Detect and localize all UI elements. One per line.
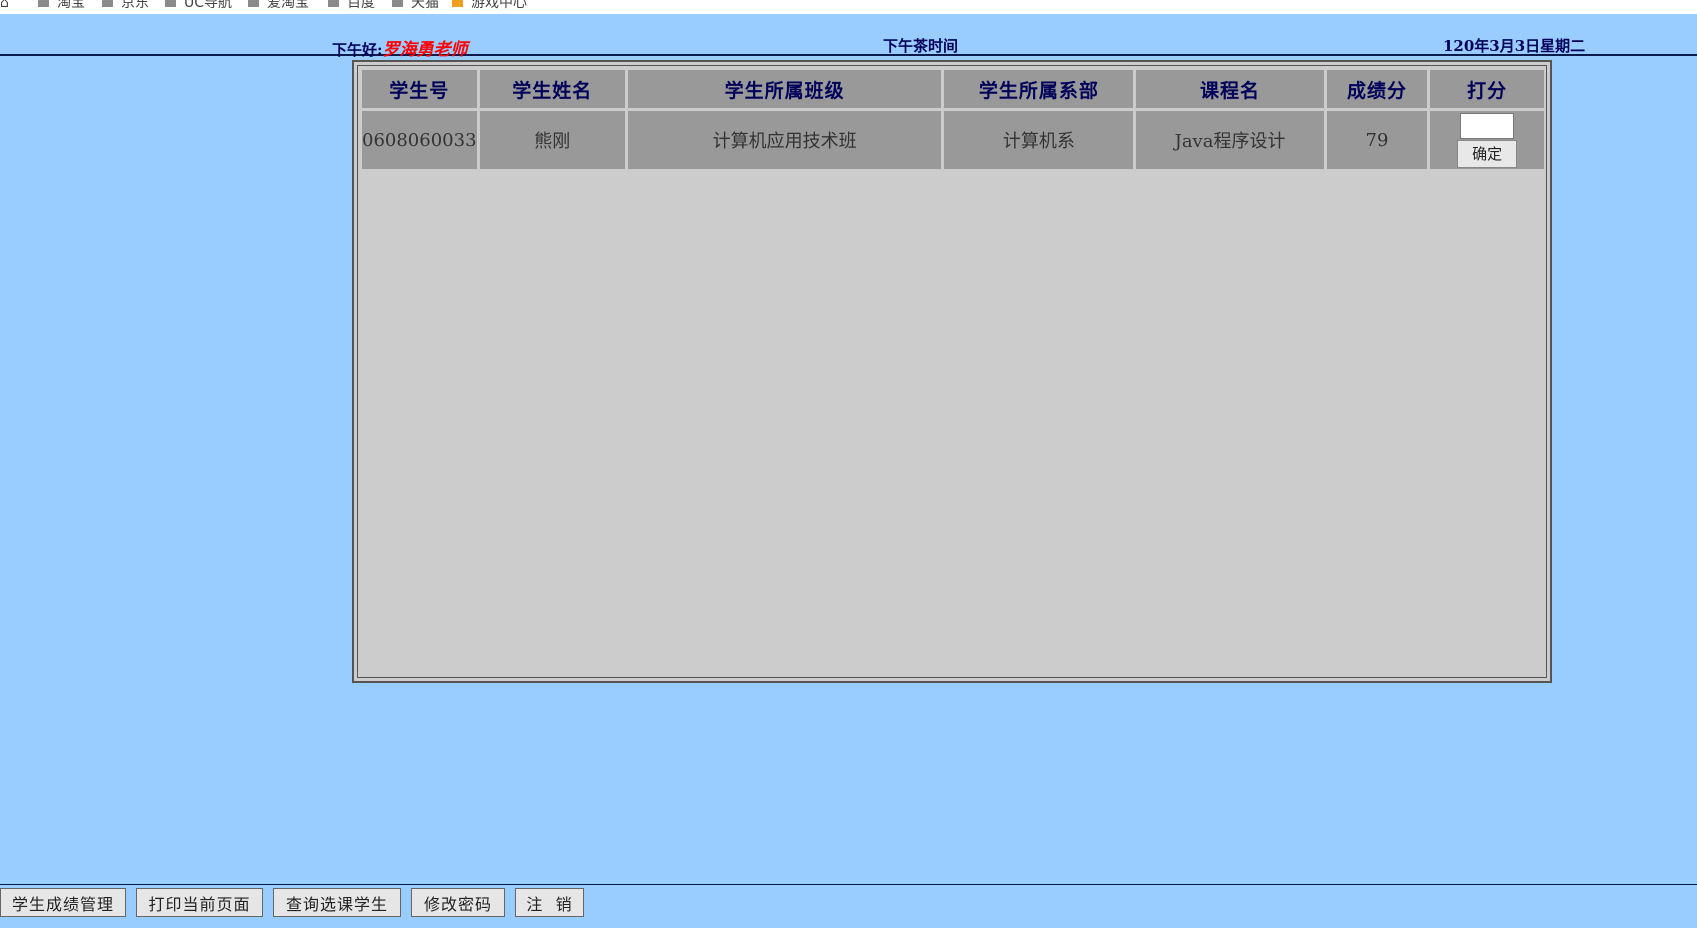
bookmark-tmall[interactable]: 天猫 bbox=[392, 0, 439, 12]
col-department: 学生所属系部 bbox=[944, 70, 1134, 108]
cell-department: 计算机系 bbox=[944, 111, 1134, 169]
bookmark-icon bbox=[328, 0, 339, 7]
grade-management-button[interactable]: 学生成绩管理 bbox=[0, 888, 126, 917]
bookmark-jd[interactable]: 京东 bbox=[102, 0, 149, 12]
bookmark-icon bbox=[248, 0, 259, 7]
game-center-icon bbox=[452, 0, 463, 7]
bookmark-baidu[interactable]: 百度 bbox=[328, 0, 375, 12]
grades-panel: 学生号 学生姓名 学生所属班级 学生所属系部 课程名 成绩分 打分 060806… bbox=[352, 60, 1552, 683]
grades-table: 学生号 学生姓名 学生所属班级 学生所属系部 课程名 成绩分 打分 060806… bbox=[359, 67, 1547, 172]
home-icon[interactable]: ⌂ bbox=[0, 0, 9, 12]
greeting: 下午好:罗海勇老师 bbox=[332, 40, 468, 60]
cell-course: Java程序设计 bbox=[1136, 111, 1324, 169]
cell-score: 79 bbox=[1326, 111, 1428, 169]
col-student-name: 学生姓名 bbox=[479, 70, 625, 108]
col-grade: 打分 bbox=[1430, 70, 1544, 108]
col-course: 课程名 bbox=[1136, 70, 1324, 108]
logout-button[interactable]: 注 销 bbox=[515, 888, 584, 917]
date-text: 120年3月3日星期二 bbox=[1443, 37, 1586, 55]
status-strip bbox=[0, 928, 1697, 935]
bookmark-icon bbox=[38, 0, 49, 7]
center-text: 下午茶时间 bbox=[883, 37, 959, 55]
cell-student-id: 0608060033 bbox=[362, 111, 477, 169]
footer-toolbar: 学生成绩管理 打印当前页面 查询选课学生 修改密码 注 销 bbox=[0, 884, 1697, 929]
query-students-button[interactable]: 查询选课学生 bbox=[273, 888, 401, 917]
bookmark-icon bbox=[102, 0, 113, 7]
bookmark-icon bbox=[392, 0, 403, 7]
print-page-button[interactable]: 打印当前页面 bbox=[136, 888, 263, 917]
cell-class: 计算机应用技术班 bbox=[627, 111, 942, 169]
col-score: 成绩分 bbox=[1326, 70, 1428, 108]
bookmarks-bar: ⌂ 淘宝 京东 UC导航 爱淘宝 百度 天猫 游戏中心 bbox=[0, 0, 1697, 14]
col-student-id: 学生号 bbox=[362, 70, 477, 108]
bookmark-games[interactable]: 游戏中心 bbox=[452, 0, 527, 12]
teacher-name: 罗海勇老师 bbox=[382, 40, 468, 60]
page-header: 下午好:罗海勇老师 下午茶时间 120年3月3日星期二 bbox=[0, 14, 1697, 60]
cell-grade-action: 确定 bbox=[1430, 111, 1544, 169]
score-input[interactable] bbox=[1460, 112, 1515, 139]
table-row: 0608060033 熊刚 计算机应用技术班 计算机系 Java程序设计 79 … bbox=[362, 111, 1544, 169]
bookmark-taobao[interactable]: 淘宝 bbox=[38, 0, 85, 12]
table-header-row: 学生号 学生姓名 学生所属班级 学生所属系部 课程名 成绩分 打分 bbox=[362, 70, 1544, 108]
bookmark-aitaobao[interactable]: 爱淘宝 bbox=[248, 0, 309, 12]
confirm-button[interactable]: 确定 bbox=[1457, 139, 1518, 168]
cell-student-name: 熊刚 bbox=[479, 111, 625, 169]
change-password-button[interactable]: 修改密码 bbox=[411, 888, 505, 917]
bookmark-icon bbox=[165, 0, 176, 7]
bookmark-uc[interactable]: UC导航 bbox=[165, 0, 232, 12]
col-class: 学生所属班级 bbox=[627, 70, 942, 108]
